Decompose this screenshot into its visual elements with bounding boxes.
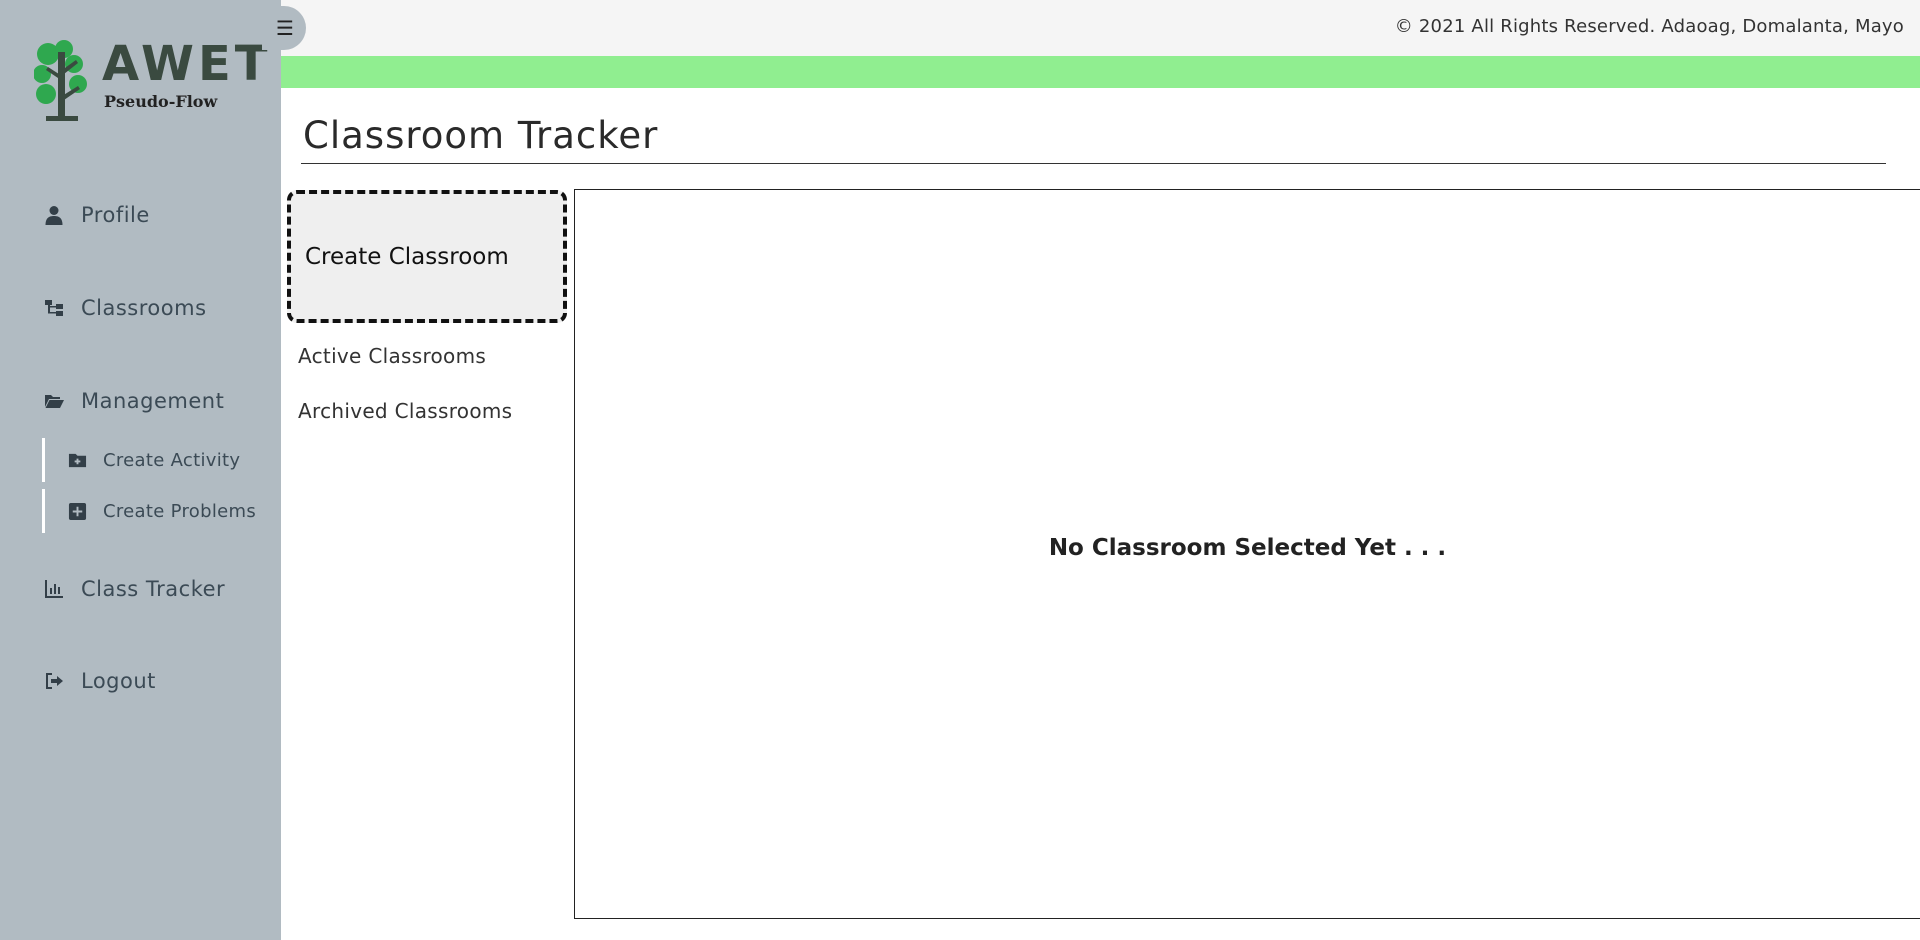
folder-open-icon [43,390,65,412]
sidebar-item-label: Classrooms [81,296,207,320]
sidebar-item-label: Management [81,389,225,413]
sidebar-item-logout[interactable]: Logout [43,669,156,693]
empty-state-message: No Classroom Selected Yet . . . [1048,535,1447,561]
plus-square-icon [67,501,87,521]
sidebar-item-class-tracker[interactable]: Class Tracker [43,577,225,601]
tree-icon [34,40,87,121]
create-classroom-label: Create Classroom [305,243,509,270]
classroom-panel: No Classroom Selected Yet . . . [574,189,1920,919]
sidebar-subitem-create-problems[interactable]: Create Problems [42,489,256,533]
page-title: Classroom Tracker [303,114,659,157]
title-divider [301,163,1886,164]
tab-active-classrooms[interactable]: Active Classrooms [298,344,486,368]
folder-plus-icon [67,450,87,470]
chart-bar-icon [43,578,65,600]
sidebar-item-management[interactable]: Management [43,389,224,413]
brand-subtitle: Pseudo-Flow [104,92,218,111]
create-classroom-button[interactable]: Create Classroom [287,190,567,323]
sidebar-item-label: Logout [81,669,156,693]
sidebar-item-classrooms[interactable]: Classrooms [43,296,207,320]
sidebar-subitem-label: Create Activity [103,449,241,471]
brand-logo[interactable]: AWET Pseudo-Flow [34,40,267,122]
brand-title: AWET [102,36,272,92]
sidebar-subitem-label: Create Problems [103,500,256,522]
user-icon [43,204,65,226]
tab-archived-classrooms[interactable]: Archived Classrooms [298,399,512,423]
sidebar-item-label: Class Tracker [81,577,226,601]
sidebar-toggle-button[interactable]: ☰ [262,6,306,50]
sidebar: AWET Pseudo-Flow Profile Classrooms Mana… [0,0,281,940]
bars-icon: ☰ [276,16,294,40]
sidebar-item-profile[interactable]: Profile [43,203,150,227]
top-bar: © 2021 All Rights Reserved. Adaoag, Doma… [281,0,1920,56]
sidebar-subitem-create-activity[interactable]: Create Activity [42,438,240,482]
accent-bar [281,56,1920,88]
sign-out-icon [43,670,65,692]
sitemap-icon [43,297,65,319]
sidebar-item-label: Profile [81,203,150,227]
copyright-text: © 2021 All Rights Reserved. Adaoag, Doma… [1394,16,1904,37]
